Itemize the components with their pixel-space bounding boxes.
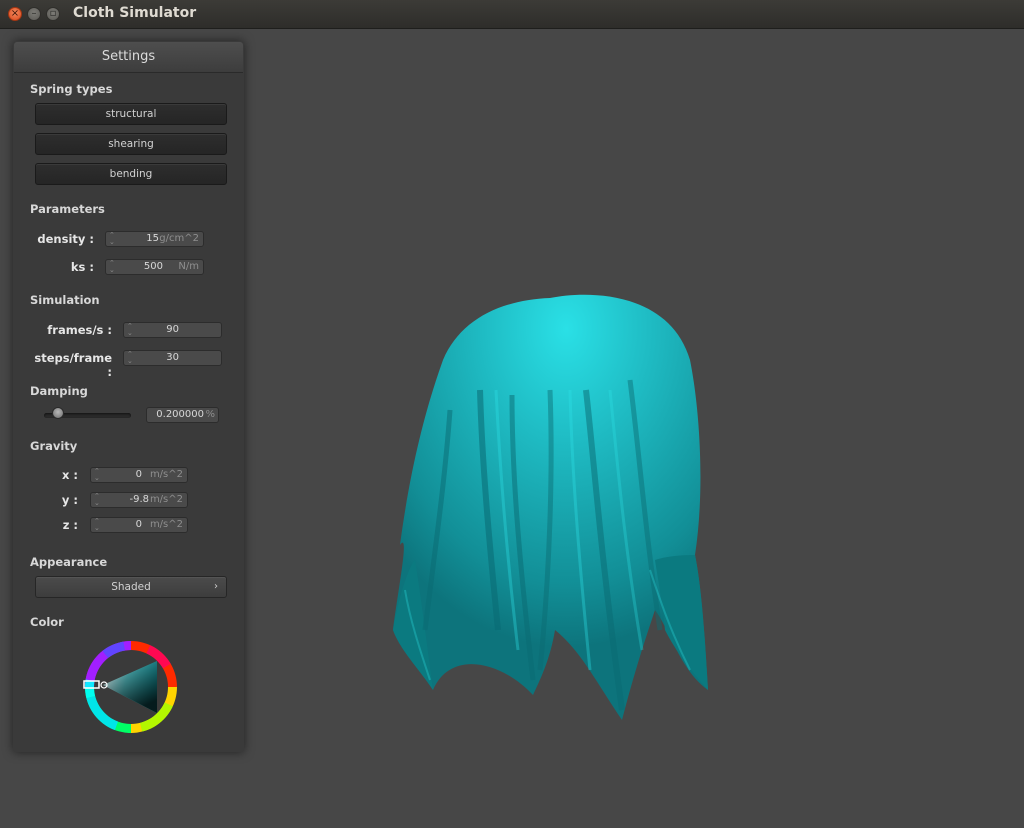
gravity-x-spinner-icon[interactable]: ⌃ ⌄ bbox=[94, 468, 100, 482]
title-bar: × – ▫ Cloth Simulator bbox=[0, 0, 1024, 29]
close-icon: × bbox=[10, 8, 20, 19]
density-spinner-icon[interactable]: ⌃ ⌄ bbox=[109, 232, 115, 246]
density-field[interactable]: ⌃ ⌄ 15 g/cm^2 bbox=[105, 231, 204, 247]
frames-per-second-value: 90 bbox=[166, 324, 179, 335]
damping-field[interactable]: 0.200000 % bbox=[146, 407, 219, 423]
steps-per-frame-label: steps/frame : bbox=[34, 351, 112, 379]
gravity-x-field[interactable]: ⌃ ⌄ 0 m/s^2 bbox=[90, 467, 188, 483]
chevron-right-icon: › bbox=[214, 581, 218, 592]
damping-slider-handle[interactable] bbox=[52, 407, 65, 419]
appearance-heading: Appearance bbox=[30, 555, 108, 569]
density-label: density : bbox=[37, 232, 94, 246]
ks-label: ks : bbox=[70, 260, 94, 274]
gravity-x-value: 0 bbox=[135, 469, 142, 480]
maximize-window-button[interactable]: ▫ bbox=[46, 7, 60, 21]
gravity-z-label: z : bbox=[62, 518, 78, 532]
gravity-y-value: -9.8 bbox=[129, 494, 149, 505]
minimize-window-button[interactable]: – bbox=[27, 7, 41, 21]
ks-value: 500 bbox=[143, 261, 163, 272]
simulation-viewport[interactable] bbox=[250, 30, 1024, 828]
damping-value: 0.200000 bbox=[156, 409, 204, 420]
frames-per-second-field[interactable]: ⌃ ⌄ 90 bbox=[123, 322, 222, 338]
gravity-heading: Gravity bbox=[30, 439, 78, 453]
frames-spinner-icon[interactable]: ⌃ ⌄ bbox=[127, 323, 133, 337]
gravity-z-value: 0 bbox=[135, 519, 142, 530]
settings-panel: Settings Spring types structural shearin… bbox=[13, 41, 244, 752]
minimize-icon: – bbox=[31, 8, 37, 19]
steps-per-frame-field[interactable]: ⌃ ⌄ 30 bbox=[123, 350, 222, 366]
density-unit: g/cm^2 bbox=[159, 233, 199, 244]
damping-unit: % bbox=[205, 409, 215, 420]
cloth-mesh bbox=[393, 294, 708, 720]
structural-button[interactable]: structural bbox=[35, 103, 227, 125]
color-heading: Color bbox=[30, 615, 64, 629]
density-value: 15 bbox=[146, 233, 159, 244]
steps-spinner-icon[interactable]: ⌃ ⌄ bbox=[127, 351, 133, 365]
ks-spinner-icon[interactable]: ⌃ ⌄ bbox=[109, 260, 115, 274]
gravity-y-spinner-icon[interactable]: ⌃ ⌄ bbox=[94, 493, 100, 507]
gravity-x-unit: m/s^2 bbox=[149, 469, 183, 480]
gravity-z-unit: m/s^2 bbox=[149, 519, 183, 530]
shearing-button[interactable]: shearing bbox=[35, 133, 227, 155]
bending-button[interactable]: bending bbox=[35, 163, 227, 185]
color-wheel[interactable] bbox=[83, 639, 179, 735]
simulation-heading: Simulation bbox=[30, 293, 100, 307]
appearance-selected-value: Shaded bbox=[111, 581, 151, 593]
appearance-dropdown[interactable]: Shaded › bbox=[35, 576, 227, 598]
settings-panel-title[interactable]: Settings bbox=[14, 42, 243, 73]
steps-per-frame-value: 30 bbox=[166, 352, 179, 363]
gravity-x-label: x : bbox=[61, 468, 78, 482]
parameters-heading: Parameters bbox=[30, 202, 105, 216]
gravity-y-field[interactable]: ⌃ ⌄ -9.8 m/s^2 bbox=[90, 492, 188, 508]
spring-types-heading: Spring types bbox=[30, 82, 113, 96]
gravity-y-label: y : bbox=[61, 493, 78, 507]
maximize-icon: ▫ bbox=[49, 8, 57, 19]
ks-unit: N/m bbox=[178, 261, 199, 272]
gravity-z-spinner-icon[interactable]: ⌃ ⌄ bbox=[94, 518, 100, 532]
close-window-button[interactable]: × bbox=[8, 7, 22, 21]
ks-field[interactable]: ⌃ ⌄ 500 N/m bbox=[105, 259, 204, 275]
gravity-y-unit: m/s^2 bbox=[149, 494, 183, 505]
damping-heading: Damping bbox=[30, 384, 88, 398]
window-title: Cloth Simulator bbox=[73, 5, 197, 21]
frames-per-second-label: frames/s : bbox=[47, 323, 112, 337]
gravity-z-field[interactable]: ⌃ ⌄ 0 m/s^2 bbox=[90, 517, 188, 533]
